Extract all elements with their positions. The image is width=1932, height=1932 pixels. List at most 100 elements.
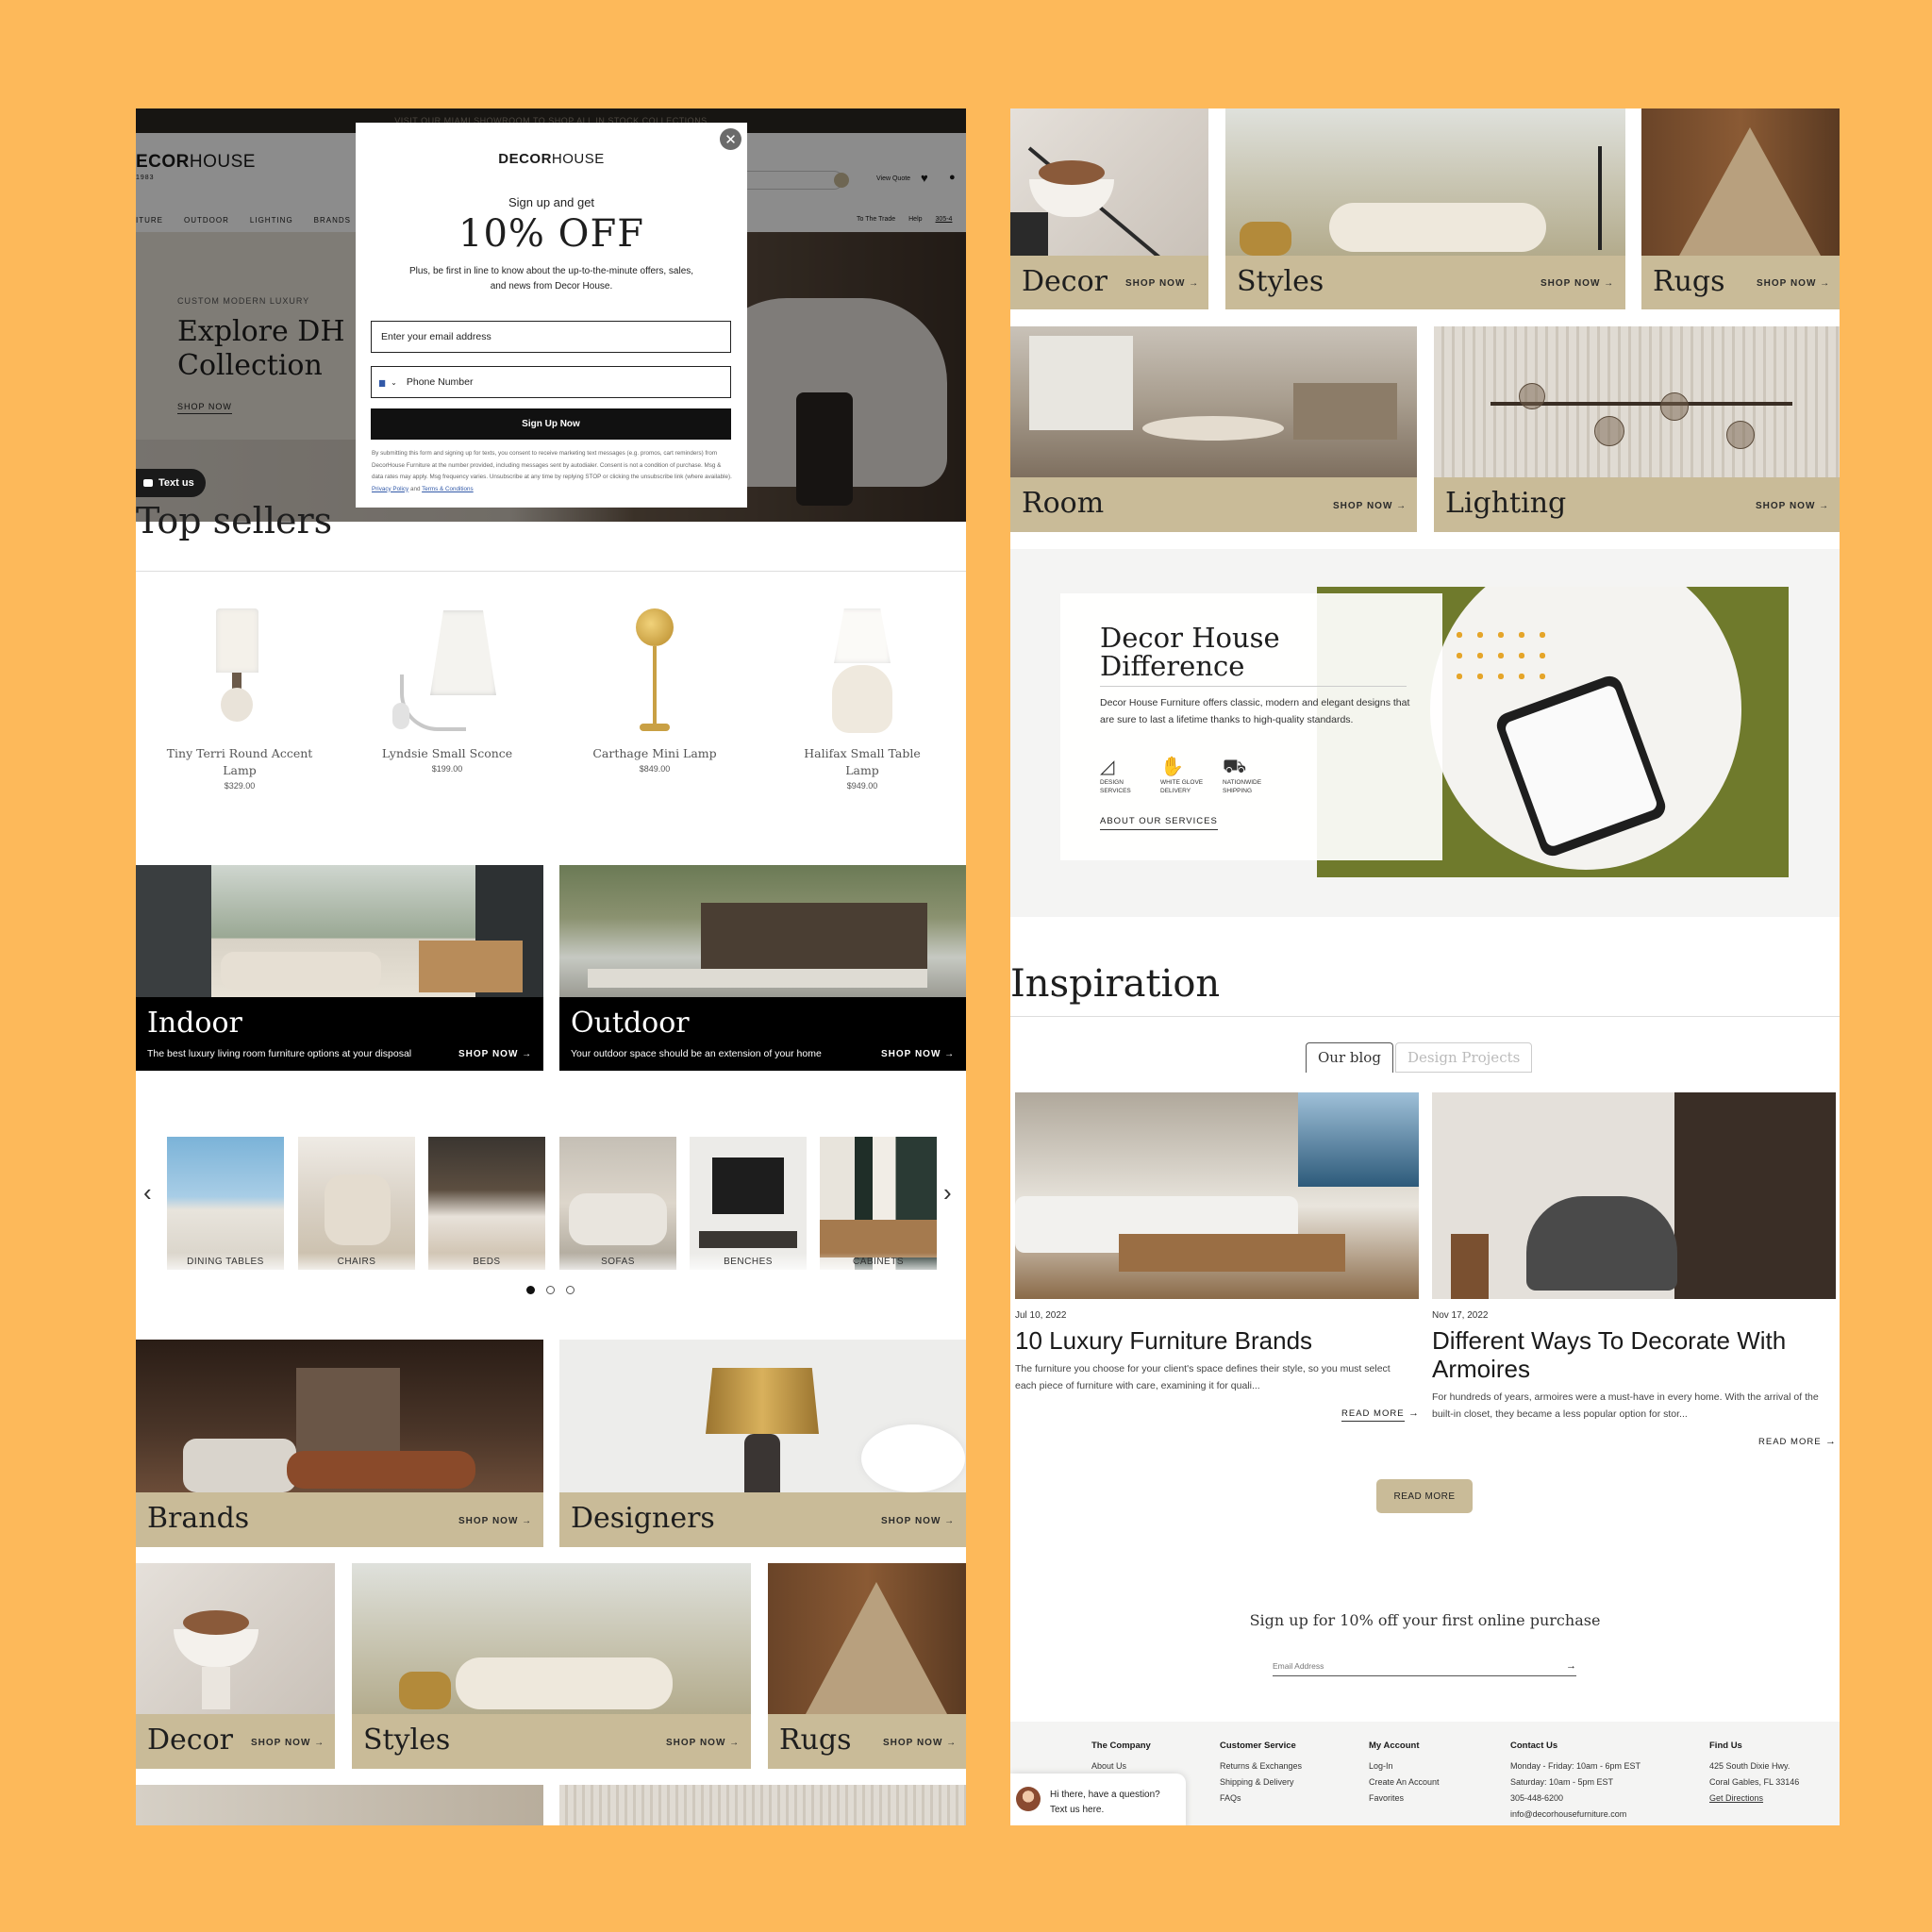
blog-post-title[interactable]: 10 Luxury Furniture Brands (1015, 1326, 1419, 1355)
carousel-next-chevron-icon[interactable]: › (943, 1178, 952, 1208)
terms-link[interactable]: Terms & Conditions (422, 486, 474, 492)
blog-post-card[interactable]: Jul 10, 2022 10 Luxury Furniture Brands … (1015, 1092, 1419, 1422)
rugs-tile[interactable]: Rugs SHOP NOW → (768, 1563, 966, 1769)
indoor-title: Indoor (147, 1007, 242, 1040)
text-us-label: Text us (158, 477, 194, 489)
category-label: BEDS (428, 1253, 545, 1270)
category-beds[interactable]: BEDS (428, 1137, 545, 1270)
carousel-dot-active[interactable] (526, 1286, 535, 1294)
blog-read-more-link[interactable]: READ MORE (1341, 1408, 1405, 1422)
product-card[interactable]: Carthage Mini Lamp $849.00 (579, 608, 730, 774)
outdoor-shop-now-link[interactable]: SHOP NOW → (881, 1049, 955, 1059)
blog-tabs: Our blog Design Projects (1306, 1042, 1533, 1073)
decor-shop-now-link[interactable]: SHOP NOW → (251, 1738, 325, 1748)
product-name[interactable]: Tiny Terri Round Accent Lamp (164, 745, 315, 779)
decor-tile[interactable]: Decor SHOP NOW → (1010, 108, 1208, 309)
lighting-shop-now-link[interactable]: SHOP NOW → (1756, 501, 1829, 511)
product-image-carthage-lamp[interactable] (579, 608, 730, 745)
text-us-button[interactable]: Text us (136, 469, 206, 497)
get-directions-link[interactable]: Get Directions (1709, 1790, 1799, 1807)
product-name[interactable]: Halifax Small Table Lamp (787, 745, 938, 779)
blog-post-card[interactable]: Nov 17, 2022 Different Ways To Decorate … (1432, 1092, 1836, 1449)
designers-tile[interactable]: Designers SHOP NOW → (559, 1340, 966, 1547)
footer-email-link[interactable]: info@decorhousefurniture.com (1510, 1807, 1641, 1823)
footer-link[interactable]: About Us (1091, 1758, 1151, 1774)
chevron-down-icon[interactable]: ⌄ (391, 378, 397, 387)
blog-post-date: Nov 17, 2022 (1432, 1310, 1489, 1321)
footer-phone-link[interactable]: 305-448-6200 (1510, 1790, 1641, 1807)
blog-post-image[interactable] (1432, 1092, 1836, 1299)
brands-shop-now-link[interactable]: SHOP NOW → (458, 1516, 532, 1526)
product-image-lyndsie-sconce[interactable] (372, 608, 523, 745)
tab-our-blog[interactable]: Our blog (1306, 1042, 1393, 1073)
blog-read-more-link[interactable]: READ MORE (1758, 1437, 1822, 1447)
styles-caption-bar: Styles SHOP NOW → (352, 1714, 751, 1769)
product-image-terri-lamp[interactable] (164, 608, 315, 745)
decor-shop-now-link[interactable]: SHOP NOW → (1125, 278, 1199, 289)
divider (1100, 686, 1407, 687)
styles-tile[interactable]: Styles SHOP NOW → (352, 1563, 751, 1769)
room-tile[interactable]: Room SHOP NOW → (1010, 326, 1417, 532)
styles-shop-now-link[interactable]: SHOP NOW → (1541, 278, 1614, 289)
category-sofas[interactable]: SOFAS (559, 1137, 676, 1270)
product-card[interactable]: Tiny Terri Round Accent Lamp $329.00 (164, 608, 315, 791)
blog-post-excerpt: For hundreds of years, armoires were a m… (1432, 1391, 1819, 1420)
feature-label-line2: SHIPPING (1223, 788, 1253, 794)
tab-design-projects[interactable]: Design Projects (1394, 1042, 1533, 1073)
submit-arrow-icon[interactable]: → (1566, 1660, 1576, 1672)
carousel-dot[interactable] (546, 1286, 555, 1294)
feature-label-line2: DELIVERY (1160, 788, 1191, 794)
privacy-policy-link[interactable]: Privacy Policy (372, 486, 408, 492)
product-card[interactable]: Halifax Small Table Lamp $949.00 (787, 608, 938, 791)
footer-link[interactable]: FAQs (1220, 1790, 1302, 1807)
room-shop-now-link[interactable]: SHOP NOW → (1333, 501, 1407, 511)
modal-logo-light: HOUSE (551, 151, 605, 167)
carousel-dot[interactable] (566, 1286, 575, 1294)
decor-tile[interactable]: Decor SHOP NOW → (136, 1563, 335, 1769)
product-card[interactable]: Lyndsie Small Sconce $199.00 (372, 608, 523, 774)
indoor-shop-now-link[interactable]: SHOP NOW → (458, 1049, 532, 1059)
product-image-halifax-lamp[interactable] (787, 608, 938, 745)
email-field[interactable]: Enter your email address (371, 321, 731, 353)
carousel-prev-chevron-icon[interactable]: ‹ (143, 1178, 152, 1208)
indoor-tile[interactable]: Indoor The best luxury living room furni… (136, 865, 543, 1071)
arrow-right-icon: → (1408, 1407, 1419, 1419)
category-benches[interactable]: BENCHES (690, 1137, 807, 1270)
product-name[interactable]: Lyndsie Small Sconce (372, 745, 523, 762)
category-dining-tables[interactable]: DINING TABLES (167, 1137, 284, 1270)
room-tile-partial[interactable] (136, 1785, 543, 1825)
brands-tile[interactable]: Brands SHOP NOW → (136, 1340, 543, 1547)
about-services-link[interactable]: ABOUT OUR SERVICES (1100, 816, 1218, 830)
footer-link[interactable]: Log-In (1369, 1758, 1440, 1774)
brands-caption-bar: Brands SHOP NOW → (136, 1492, 543, 1547)
product-name[interactable]: Carthage Mini Lamp (579, 745, 730, 762)
category-chairs[interactable]: CHAIRS (298, 1137, 415, 1270)
outdoor-tile[interactable]: Outdoor Your outdoor space should be an … (559, 865, 966, 1071)
lighting-tile[interactable]: Lighting SHOP NOW → (1434, 326, 1840, 532)
footer-link[interactable]: Shipping & Delivery (1220, 1774, 1302, 1790)
blog-post-title[interactable]: Different Ways To Decorate With Armoires (1432, 1326, 1836, 1383)
category-label: CHAIRS (298, 1253, 415, 1270)
rugs-tile[interactable]: Rugs SHOP NOW → (1641, 108, 1840, 309)
lighting-tile-partial[interactable] (559, 1785, 966, 1825)
read-more-button[interactable]: READ MORE (1376, 1479, 1473, 1513)
agent-avatar (1016, 1787, 1041, 1811)
sign-up-button[interactable]: Sign Up Now (371, 408, 731, 440)
footer-link[interactable]: Favorites (1369, 1790, 1440, 1807)
feature-label-line1: WHITE GLOVE (1160, 779, 1204, 786)
styles-shop-now-link[interactable]: SHOP NOW → (666, 1738, 740, 1748)
rugs-shop-now-link[interactable]: SHOP NOW → (1757, 278, 1830, 289)
chat-widget[interactable]: Hi there, have a question? Text us here. (1010, 1774, 1186, 1825)
styles-tile[interactable]: Styles SHOP NOW → (1225, 108, 1625, 309)
category-cabinets[interactable]: CABINETS (820, 1137, 937, 1270)
footer-heading: The Company (1091, 1740, 1151, 1751)
rugs-shop-now-link[interactable]: SHOP NOW → (883, 1738, 957, 1748)
designers-shop-now-link[interactable]: SHOP NOW → (881, 1516, 955, 1526)
footer-link[interactable]: Returns & Exchanges (1220, 1758, 1302, 1774)
phone-field[interactable]: ▆ ⌄ Phone Number (371, 366, 731, 398)
blog-post-image[interactable] (1015, 1092, 1419, 1299)
newsletter-email-field[interactable]: Email Address → (1273, 1656, 1576, 1676)
footer-link[interactable]: Create An Account (1369, 1774, 1440, 1790)
close-icon[interactable]: ✕ (720, 128, 741, 150)
legal-and: and (409, 485, 421, 492)
